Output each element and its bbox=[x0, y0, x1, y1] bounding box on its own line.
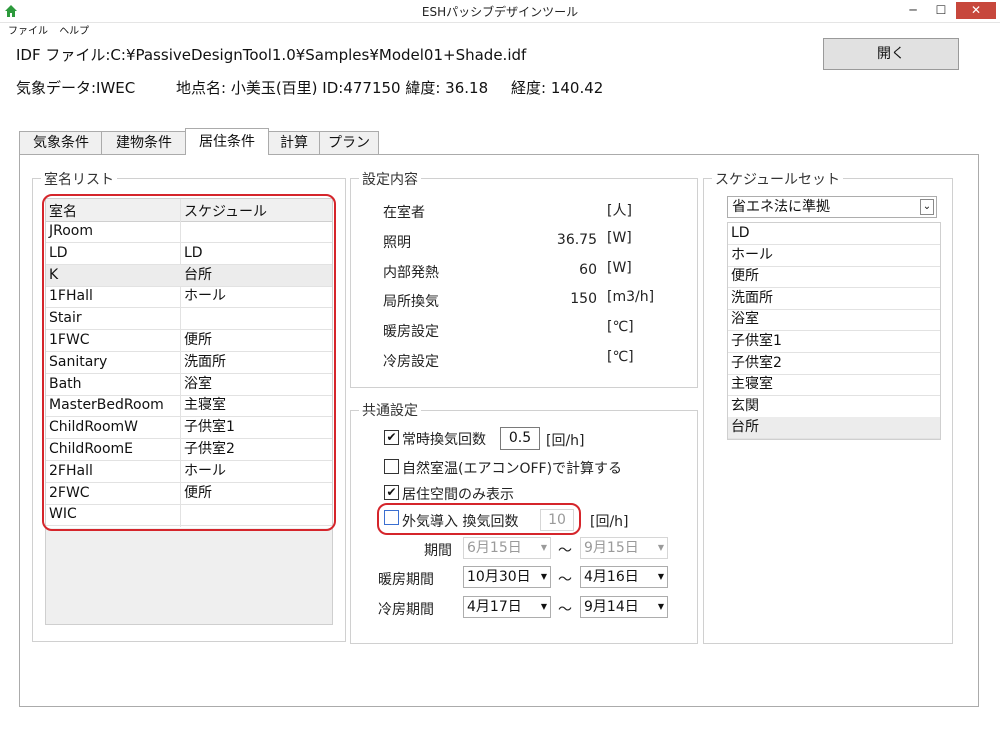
setting-unit: [℃] bbox=[607, 319, 634, 336]
list-item-label: 玄関 bbox=[731, 397, 759, 414]
longitude-label: 経度: 140.42 bbox=[511, 79, 604, 97]
maximize-button[interactable]: ☐ bbox=[928, 2, 954, 19]
outdoor-air-unit: [回/h] bbox=[590, 514, 629, 530]
chevron-down-icon: ▼ bbox=[657, 572, 664, 581]
setting-value: 60 bbox=[579, 261, 597, 278]
tab-weather[interactable]: 気象条件 bbox=[19, 131, 103, 154]
heating-tilde: 〜 bbox=[558, 572, 572, 588]
heating-from-value: 10月30日 bbox=[467, 569, 531, 585]
window-title: ESHパッシブデザインツール bbox=[421, 5, 579, 19]
list-item[interactable]: 子供室1 bbox=[728, 331, 940, 353]
setting-unit: [m3/h] bbox=[607, 289, 655, 306]
schedule-set-select[interactable]: 省エネ法に準拠 ⌄ bbox=[727, 196, 937, 218]
heating-from-select[interactable]: 10月30日 ▼ bbox=[463, 566, 551, 588]
menu-bar: ファイル ヘルプ bbox=[0, 22, 1000, 37]
setting-unit: [W] bbox=[607, 259, 632, 276]
list-item[interactable]: 子供室2 bbox=[728, 353, 940, 375]
list-item[interactable]: 主寝室 bbox=[728, 374, 940, 397]
heating-period-label: 暖房期間 bbox=[378, 572, 434, 588]
period-to-select[interactable]: 9月15日 ▼ bbox=[580, 537, 668, 559]
idf-file-label: IDF ファイル:C:¥PassiveDesignTool1.0¥Samples… bbox=[16, 46, 527, 64]
list-item-label: ホール bbox=[731, 246, 773, 263]
setting-label: 局所換気 bbox=[383, 294, 439, 311]
setting-unit: [人] bbox=[607, 203, 632, 219]
list-item-label: 子供室2 bbox=[731, 354, 782, 371]
ventilation-unit: [回/h] bbox=[546, 433, 585, 449]
period-tilde: 〜 bbox=[558, 543, 572, 559]
cooling-tilde: 〜 bbox=[558, 602, 572, 618]
open-button[interactable]: 開く bbox=[823, 38, 959, 70]
setting-label: 在室者 bbox=[383, 205, 425, 221]
list-item[interactable]: 便所 bbox=[728, 266, 940, 289]
natural-temp-checkbox[interactable] bbox=[384, 459, 399, 474]
grid-empty-area bbox=[45, 528, 333, 625]
ventilation-checkbox[interactable]: ✔ bbox=[384, 430, 399, 445]
period-to-value: 9月15日 bbox=[584, 540, 639, 556]
list-item[interactable]: 台所 bbox=[728, 417, 940, 440]
list-item[interactable]: 玄関 bbox=[728, 396, 940, 418]
period-from-value: 6月15日 bbox=[467, 540, 522, 556]
weather-data-label: 気象データ:IWEC bbox=[16, 79, 136, 97]
setting-value: 36.75 bbox=[556, 231, 597, 248]
settings-legend: 設定内容 bbox=[359, 169, 421, 189]
highlight-outdoor-air bbox=[377, 503, 581, 535]
ventilation-label: 常時換気回数 bbox=[402, 432, 486, 448]
list-item[interactable]: LD bbox=[728, 223, 940, 245]
list-item[interactable]: 洗面所 bbox=[728, 288, 940, 310]
setting-label: 暖房設定 bbox=[383, 324, 439, 341]
schedule-set-value: 省エネ法に準拠 bbox=[732, 199, 830, 215]
highlight-room-grid bbox=[42, 194, 336, 531]
menu-help[interactable]: ヘルプ bbox=[59, 26, 89, 37]
list-item[interactable]: 浴室 bbox=[728, 309, 940, 332]
setting-unit: [W] bbox=[607, 229, 632, 246]
minimize-button[interactable]: ─ bbox=[900, 2, 926, 19]
natural-temp-label: 自然室温(エアコンOFF)で計算する bbox=[402, 461, 623, 477]
setting-value: 150 bbox=[570, 291, 597, 308]
tab-calculation[interactable]: 計算 bbox=[267, 131, 321, 154]
cooling-period-label: 冷房期間 bbox=[378, 602, 434, 618]
living-only-checkbox[interactable]: ✔ bbox=[384, 485, 399, 500]
chevron-down-icon: ▼ bbox=[657, 602, 664, 611]
list-item-label: LD bbox=[731, 225, 750, 241]
cooling-from-value: 4月17日 bbox=[467, 599, 522, 615]
list-item-label: 主寝室 bbox=[731, 376, 773, 393]
room-list-legend: 室名リスト bbox=[41, 169, 117, 189]
chevron-down-icon: ▼ bbox=[540, 543, 547, 552]
ventilation-input[interactable]: 0.5 bbox=[500, 427, 540, 450]
list-item-label: 洗面所 bbox=[731, 289, 773, 306]
period-label: 期間 bbox=[424, 543, 452, 559]
cooling-to-value: 9月14日 bbox=[584, 599, 639, 615]
cooling-to-select[interactable]: 9月14日 ▼ bbox=[580, 596, 668, 618]
tab-building[interactable]: 建物条件 bbox=[101, 131, 187, 154]
common-settings-legend: 共通設定 bbox=[359, 400, 421, 420]
setting-label: 内部発熱 bbox=[383, 264, 439, 281]
chevron-down-icon[interactable]: ⌄ bbox=[920, 199, 934, 215]
list-item-label: 子供室1 bbox=[731, 333, 782, 349]
heating-to-value: 4月16日 bbox=[584, 569, 639, 585]
setting-unit: [℃] bbox=[607, 349, 634, 365]
heating-to-select[interactable]: 4月16日 ▼ bbox=[580, 566, 668, 588]
list-item-label: 浴室 bbox=[731, 311, 759, 328]
tab-plan[interactable]: プラン bbox=[319, 131, 379, 154]
list-item-label: 便所 bbox=[731, 268, 759, 285]
list-item-label: 台所 bbox=[731, 419, 759, 436]
schedule-list: LD ホール便所洗面所浴室子供室1 子供室2 主寝室玄関台所 bbox=[727, 222, 941, 440]
chevron-down-icon: ▼ bbox=[540, 602, 547, 611]
schedule-set-legend: スケジュールセット bbox=[712, 169, 844, 189]
period-from-select[interactable]: 6月15日 ▼ bbox=[463, 537, 551, 559]
close-button[interactable]: ✕ bbox=[956, 2, 996, 19]
list-item[interactable]: ホール bbox=[728, 245, 940, 267]
chevron-down-icon: ▼ bbox=[657, 543, 664, 552]
living-only-label: 居住空間のみ表示 bbox=[402, 487, 514, 503]
chevron-down-icon: ▼ bbox=[540, 572, 547, 581]
menu-file[interactable]: ファイル bbox=[8, 26, 48, 37]
cooling-from-select[interactable]: 4月17日 ▼ bbox=[463, 596, 551, 618]
setting-label: 照明 bbox=[383, 234, 411, 251]
setting-label: 冷房設定 bbox=[383, 354, 439, 370]
tab-living[interactable]: 居住条件 bbox=[185, 128, 269, 155]
location-label: 地点名: 小美玉(百里) ID:477150 緯度: 36.18 bbox=[176, 79, 489, 97]
